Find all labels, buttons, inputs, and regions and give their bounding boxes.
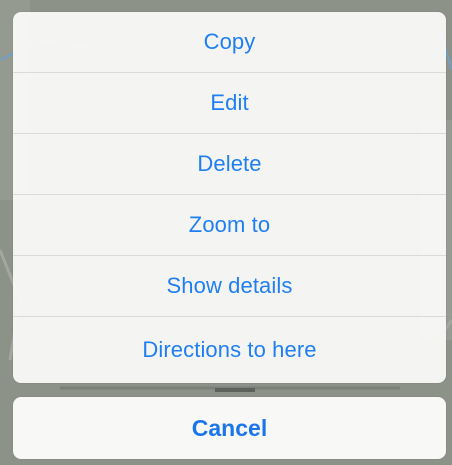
show-details-button[interactable]: Show details xyxy=(13,256,446,317)
action-sheet: Copy Edit Delete Zoom to Show details Di… xyxy=(13,12,446,383)
edit-button[interactable]: Edit xyxy=(13,73,446,134)
copy-button[interactable]: Copy xyxy=(13,12,446,73)
delete-button[interactable]: Delete xyxy=(13,134,446,195)
directions-to-here-button[interactable]: Directions to here xyxy=(13,317,446,383)
cancel-button[interactable]: Cancel xyxy=(13,397,446,459)
zoom-to-button[interactable]: Zoom to xyxy=(13,195,446,256)
cancel-label: Cancel xyxy=(191,414,268,441)
